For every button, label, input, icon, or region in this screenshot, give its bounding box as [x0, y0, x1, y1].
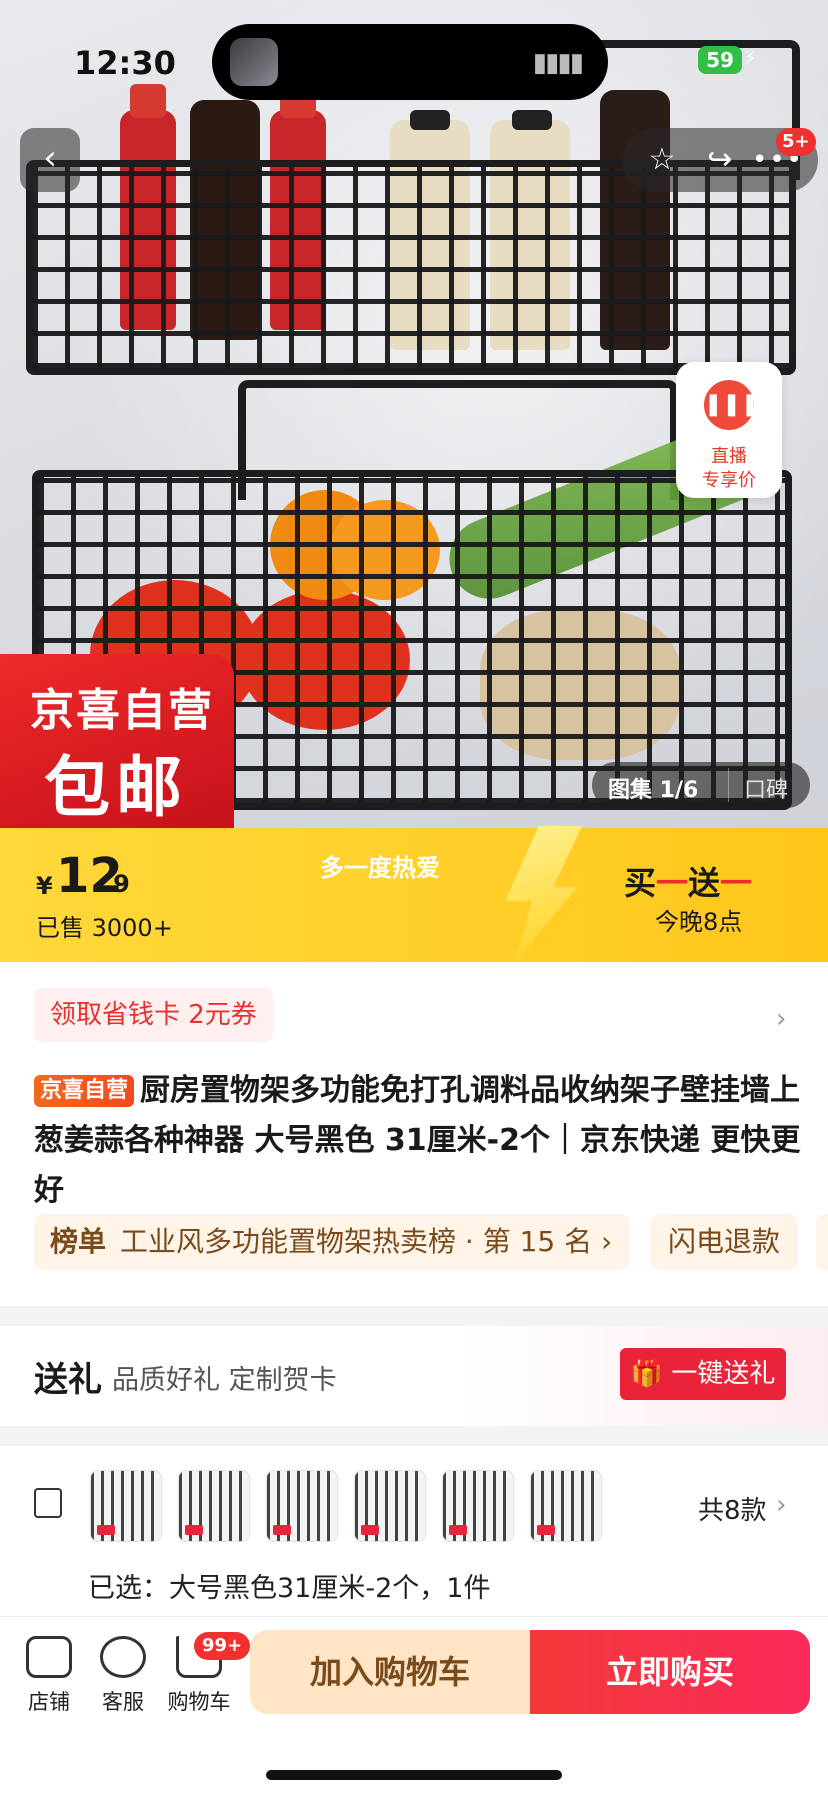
section-divider — [0, 1306, 828, 1326]
pill-divider — [728, 768, 729, 802]
wire-rack-top — [26, 160, 796, 375]
product-title-text: 厨房置物架多功能免打孔调料品收纳架子壁挂墙上葱姜蒜各种神器 大号黑色 31厘米-… — [34, 1073, 801, 1208]
variant-thumb[interactable] — [266, 1470, 338, 1542]
more-badge: 5+ — [776, 128, 816, 156]
store-label: 店铺 — [28, 1690, 70, 1714]
back-button[interactable]: ‹ — [20, 128, 80, 192]
chevron-right-icon[interactable]: › — [776, 1004, 786, 1034]
selected-variant[interactable]: 已选：大号黑色31厘米-2个，1件 — [88, 1566, 490, 1605]
promo-slogan: 多一度热爱 — [320, 854, 440, 882]
live-sublabel: 专享价 — [702, 470, 756, 491]
gift-icon: 🎁 — [630, 1359, 672, 1389]
promo-dash: 一 — [656, 864, 689, 902]
thumb-tag — [185, 1525, 203, 1535]
variant-thumb[interactable] — [178, 1470, 250, 1542]
next-pill-edge[interactable] — [816, 1214, 828, 1270]
gift-subtitle: 品质好礼 定制贺卡 — [112, 1365, 337, 1396]
ranking-value: 工业风多功能置物架热卖榜 · 第 15 名 › — [120, 1225, 613, 1258]
ranking-key: 榜单 — [50, 1225, 107, 1258]
variant-thumb[interactable] — [530, 1470, 602, 1542]
send-gift-label: 一键送礼 — [671, 1359, 776, 1389]
currency-symbol: ¥ — [36, 872, 53, 900]
tab-store[interactable]: 店铺 — [14, 1636, 84, 1716]
favorite-star-icon[interactable]: ☆ — [638, 136, 686, 184]
bottle-cap — [512, 110, 552, 130]
live-price-card[interactable]: ❚❚❚ 直播 专享价 — [676, 362, 782, 498]
variant-thumb[interactable] — [354, 1470, 426, 1542]
customer-service-icon — [100, 1636, 146, 1678]
store-icon — [26, 1636, 72, 1678]
section-divider — [0, 1426, 828, 1446]
thumb-tag — [449, 1525, 467, 1535]
send-gift-button[interactable]: 🎁 一键送礼 — [620, 1348, 786, 1400]
gallery-pill[interactable]: 图集 1/6 口碑 — [592, 762, 810, 808]
dynamic-island[interactable]: ▮▮▮▮ — [212, 24, 608, 100]
ranking-pill[interactable]: 榜单 工业风多功能置物架热卖榜 · 第 15 名 › — [34, 1214, 630, 1270]
buy-now-button[interactable]: 立即购买 — [530, 1630, 810, 1714]
coupon-button[interactable]: 领取省钱卡 2元券 — [34, 988, 273, 1042]
promo-dash: 一 — [720, 864, 753, 902]
thumb-tag — [537, 1525, 555, 1535]
share-icon[interactable]: ↪ — [696, 136, 744, 184]
variant-thumb[interactable] — [442, 1470, 514, 1542]
spec-select-icon — [34, 1488, 62, 1518]
bottle-cap — [410, 110, 450, 130]
thumb-tag — [97, 1525, 115, 1535]
buy-one-get-one: 买一送一 — [624, 858, 752, 904]
home-indicator[interactable] — [266, 1770, 562, 1780]
promo-get: 送 — [688, 864, 721, 902]
thumb-tag — [273, 1525, 291, 1535]
bottle-cap — [130, 84, 166, 118]
battery-indicator: 59 — [698, 46, 742, 74]
live-label: 直播 — [711, 446, 747, 467]
variant-count[interactable]: 共8款 — [698, 1490, 767, 1527]
add-to-cart-button[interactable]: 加入购物车 — [250, 1630, 530, 1714]
cart-badge: 99+ — [194, 1632, 251, 1660]
sold-count: 已售 3000+ — [36, 914, 173, 942]
price-decimal: .9 — [104, 870, 130, 898]
chevron-right-icon[interactable]: › — [776, 1490, 786, 1520]
media-artwork — [230, 38, 278, 86]
gallery-counter[interactable]: 图集 1/6 — [608, 772, 698, 804]
promo-time: 今晚8点 — [655, 908, 743, 936]
audio-wave-icon: ▮▮▮▮ — [532, 48, 584, 78]
chevron-left-icon: ‹ — [43, 138, 57, 178]
service-label: 客服 — [102, 1690, 144, 1714]
thumb-tag — [361, 1525, 379, 1535]
cart-label: 购物车 — [167, 1690, 231, 1714]
promo-buy: 买 — [624, 864, 657, 902]
fast-refund-pill[interactable]: 闪电退款 — [650, 1214, 798, 1270]
gift-title: 送礼 — [34, 1360, 102, 1400]
self-operated-tag: 京喜自营 — [34, 1075, 135, 1107]
charging-icon: ⚡ — [744, 48, 757, 69]
product-title: 京喜自营 厨房置物架多功能免打孔调料品收纳架子壁挂墙上葱姜蒜各种神器 大号黑色 3… — [34, 1066, 804, 1216]
status-time: 12:30 — [74, 44, 176, 82]
tab-service[interactable]: 客服 — [88, 1636, 158, 1716]
live-stream-icon: ❚❚❚ — [704, 380, 759, 430]
reviews-link[interactable]: 口碑 — [744, 772, 788, 804]
self-operated-text: 京喜自营 — [30, 685, 214, 736]
self-operated-badge: 京喜自营 包邮 — [0, 654, 234, 828]
free-shipping-text: 包邮 — [44, 749, 188, 826]
variant-thumb[interactable] — [90, 1470, 162, 1542]
